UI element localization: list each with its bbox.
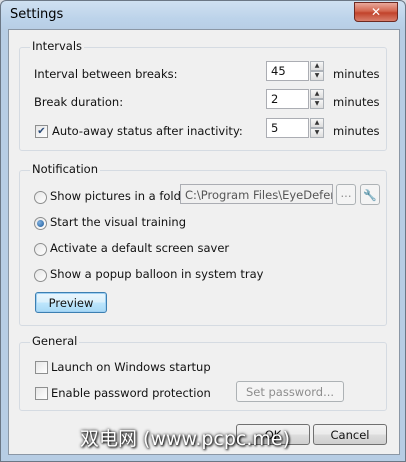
spin-up-icon[interactable]: ▲ (310, 118, 324, 128)
password-protection-checkbox[interactable] (35, 387, 48, 400)
spin-down-icon[interactable]: ▼ (310, 128, 324, 138)
window-title: Settings (10, 7, 64, 22)
launch-startup-label[interactable]: Launch on Windows startup (51, 360, 211, 374)
break-interval-input[interactable]: 45 (266, 61, 310, 81)
close-icon: ✕ (370, 5, 382, 19)
spin-up-icon[interactable]: ▲ (310, 89, 324, 99)
wrench-icon: 🔧 (363, 189, 377, 202)
radio-popup-balloon[interactable] (34, 269, 47, 282)
notification-group: Notification Show pictures in a folder: … (19, 162, 387, 326)
break-interval-unit: minutes (333, 67, 380, 81)
option-screen-saver-label[interactable]: Activate a default screen saver (50, 241, 229, 255)
close-button[interactable]: ✕ (354, 2, 398, 22)
auto-away-checkbox[interactable]: ✔ (35, 125, 48, 138)
spin-up-icon[interactable]: ▲ (310, 61, 324, 71)
general-group-title: General (30, 334, 80, 348)
radio-show-pictures[interactable] (34, 191, 47, 204)
radio-screen-saver[interactable] (34, 243, 47, 256)
spin-down-icon[interactable]: ▼ (310, 99, 324, 109)
break-interval-label: Interval between breaks: (34, 67, 178, 81)
dialog-body: Intervals Interval between breaks: 45 ▲ ▼… (8, 29, 400, 455)
auto-away-label[interactable]: Auto-away status after inactivity: (52, 124, 243, 138)
wrench-button[interactable]: 🔧 (360, 184, 380, 205)
cancel-button[interactable]: Cancel (313, 424, 387, 445)
auto-away-input[interactable]: 5 (266, 118, 310, 138)
spin-down-icon[interactable]: ▼ (310, 71, 324, 81)
option-show-pictures-label[interactable]: Show pictures in a folder: (50, 189, 196, 203)
notification-group-title: Notification (30, 162, 100, 176)
password-protection-label[interactable]: Enable password protection (51, 386, 211, 400)
title-bar[interactable]: Settings ✕ (1, 1, 405, 29)
settings-window: Settings ✕ Intervals Interval between br… (0, 0, 406, 462)
break-duration-input[interactable]: 2 (266, 89, 310, 109)
auto-away-unit: minutes (333, 124, 380, 138)
option-popup-balloon-label[interactable]: Show a popup balloon in system tray (50, 267, 263, 281)
break-duration-unit: minutes (333, 95, 380, 109)
break-duration-label: Break duration: (34, 95, 124, 109)
launch-startup-checkbox[interactable] (35, 361, 48, 374)
preview-button[interactable]: Preview (35, 292, 107, 313)
radio-visual-training[interactable] (34, 217, 47, 230)
intervals-group-title: Intervals (30, 39, 85, 53)
option-visual-training-label[interactable]: Start the visual training (50, 215, 186, 229)
intervals-group: Intervals Interval between breaks: 45 ▲ ▼… (19, 39, 387, 151)
set-password-button[interactable]: Set password... (236, 381, 344, 402)
watermark-text: 双电网 (www.pcpc.me) (80, 428, 291, 450)
browse-button[interactable]: ... (336, 184, 356, 205)
folder-path-field: C:\Program Files\EyeDefender (180, 184, 333, 204)
auto-away-spinner[interactable]: 5 ▲ ▼ (266, 118, 324, 138)
general-group: General Launch on Windows startup Enable… (19, 334, 387, 411)
break-duration-spinner[interactable]: 2 ▲ ▼ (266, 89, 324, 109)
break-interval-spinner[interactable]: 45 ▲ ▼ (266, 61, 324, 81)
